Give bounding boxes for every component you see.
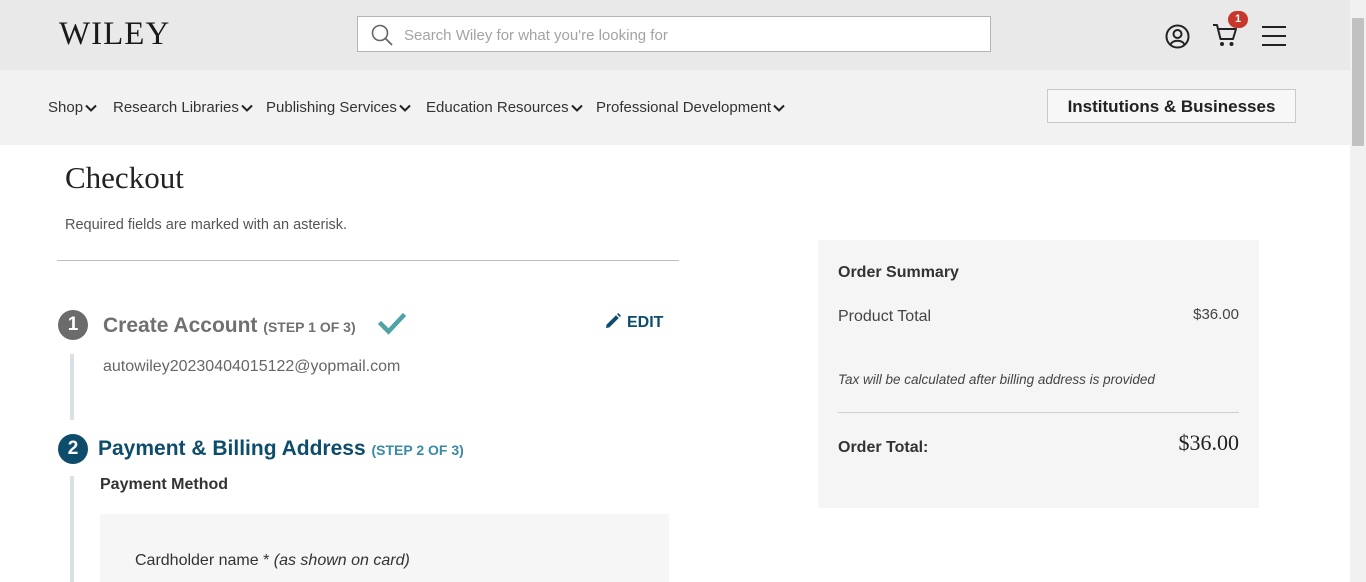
nav-item-label: Professional Development bbox=[596, 99, 772, 116]
required-fields-note: Required fields are marked with an aster… bbox=[65, 217, 348, 233]
chevron-down-icon bbox=[399, 104, 411, 112]
step-1-title: Create Account bbox=[103, 314, 258, 337]
step-1-heading: Create Account (STEP 1 OF 3) bbox=[103, 314, 356, 338]
order-total-value: $36.00 bbox=[1178, 430, 1240, 455]
cardholder-name-label: Cardholder name * (as shown on card) bbox=[135, 552, 410, 570]
payment-card-panel bbox=[100, 514, 669, 582]
chevron-down-icon bbox=[85, 104, 97, 112]
search-input[interactable] bbox=[402, 17, 966, 53]
step-2-connector bbox=[70, 476, 74, 582]
edit-account-button[interactable]: EDIT bbox=[605, 313, 664, 332]
wiley-logo[interactable]: WILEY bbox=[59, 16, 170, 53]
step-1-number: 1 bbox=[58, 310, 88, 340]
nav-item-label: Education Resources bbox=[426, 99, 569, 116]
summary-divider bbox=[838, 412, 1239, 413]
step-2-title: Payment & Billing Address bbox=[98, 437, 366, 460]
scrollbar-thumb[interactable] bbox=[1352, 18, 1364, 146]
chevron-down-icon bbox=[570, 104, 583, 112]
cardholder-label-text: Cardholder name * bbox=[135, 552, 270, 569]
divider bbox=[57, 260, 679, 261]
main-nav: Shop Research Libraries Publishing Servi… bbox=[0, 70, 1350, 145]
pencil-icon bbox=[606, 313, 621, 329]
nav-item-shop[interactable]: Shop bbox=[48, 99, 97, 116]
product-total-label: Product Total bbox=[838, 308, 932, 325]
nav-item-label: Research Libraries bbox=[113, 99, 239, 116]
top-header: WILEY 1 bbox=[0, 0, 1350, 70]
institutions-businesses-button[interactable]: Institutions & Businesses bbox=[1047, 89, 1296, 123]
edit-label: EDIT bbox=[627, 314, 664, 331]
step-2-heading: Payment & Billing Address (STEP 2 OF 3) bbox=[98, 437, 464, 461]
cart-count-badge: 1 bbox=[1228, 11, 1248, 28]
cardholder-hint: (as shown on card) bbox=[273, 552, 410, 569]
nav-item-publishing-services[interactable]: Publishing Services bbox=[266, 99, 411, 116]
step-1-progress: (STEP 1 OF 3) bbox=[263, 319, 356, 335]
chevron-down-icon bbox=[241, 104, 253, 112]
step-1-connector bbox=[70, 354, 74, 420]
nav-item-education-resources[interactable]: Education Resources bbox=[426, 99, 583, 116]
nav-item-research-libraries[interactable]: Research Libraries bbox=[113, 99, 253, 116]
chevron-down-icon bbox=[773, 104, 785, 112]
step-2-progress: (STEP 2 OF 3) bbox=[371, 442, 464, 458]
checkmark-icon bbox=[378, 312, 406, 335]
account-email: autowiley20230404015122@yopmail.com bbox=[103, 358, 401, 375]
search-icon bbox=[371, 24, 393, 46]
payment-method-heading: Payment Method bbox=[100, 476, 229, 493]
tax-note: Tax will be calculated after billing add… bbox=[838, 372, 1155, 387]
nav-item-label: Publishing Services bbox=[266, 99, 397, 116]
search-box[interactable] bbox=[357, 16, 991, 53]
page-title: Checkout bbox=[65, 160, 184, 195]
order-total-label: Order Total: bbox=[838, 439, 929, 456]
account-icon[interactable] bbox=[1165, 24, 1190, 49]
product-total-value: $36.00 bbox=[1193, 306, 1239, 323]
nav-item-label: Shop bbox=[48, 99, 84, 116]
menu-icon[interactable] bbox=[1261, 25, 1287, 47]
order-summary-title: Order Summary bbox=[838, 264, 959, 281]
nav-item-professional-development[interactable]: Professional Development bbox=[596, 99, 785, 116]
step-2-number: 2 bbox=[58, 434, 88, 464]
